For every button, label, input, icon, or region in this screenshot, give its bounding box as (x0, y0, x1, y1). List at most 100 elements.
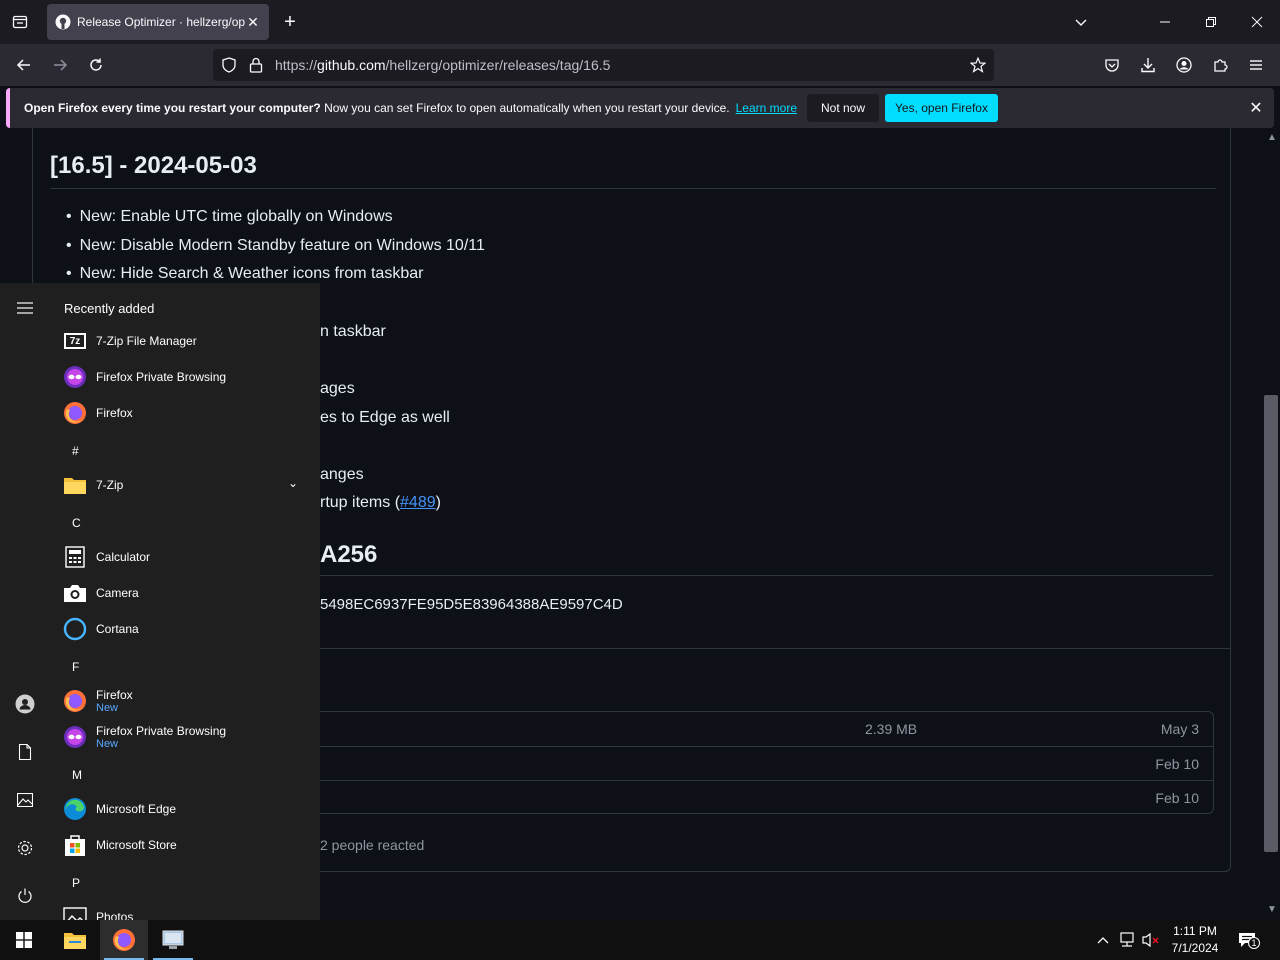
notification-close-icon[interactable]: ✕ (1246, 98, 1266, 118)
firefox-private-icon (62, 724, 88, 750)
app-name: Microsoft Store (96, 838, 177, 852)
network-icon[interactable] (1117, 930, 1137, 950)
asset-row[interactable]: Feb 10 (301, 780, 1213, 814)
group-letter-f[interactable]: F (72, 660, 79, 674)
action-center-button[interactable]: 1 (1237, 930, 1260, 950)
pocket-button[interactable] (1097, 50, 1127, 80)
forward-arrow-icon (54, 59, 68, 71)
url-bar[interactable]: https://github.com/hellzerg/optimizer/re… (213, 49, 994, 81)
scroll-down-arrow-icon[interactable]: ▼ (1264, 904, 1280, 918)
url-text[interactable]: https://github.com/hellzerg/optimizer/re… (275, 57, 610, 73)
url-host: github.com (317, 57, 386, 73)
close-window-button[interactable] (1234, 0, 1280, 44)
scroll-up-arrow-icon[interactable]: ▲ (1264, 132, 1280, 146)
not-now-button[interactable]: Not now (807, 94, 879, 122)
windows-logo-icon (16, 932, 32, 948)
app-item-camera[interactable]: Camera (62, 576, 308, 610)
app-item-cortana[interactable]: Cortana (62, 612, 308, 646)
yes-open-firefox-button[interactable]: Yes, open Firefox (885, 94, 998, 122)
back-button[interactable] (9, 50, 39, 80)
list-item-fragment: anges (320, 466, 364, 483)
app-item-calculator[interactable]: Calculator (62, 540, 308, 574)
cortana-icon (62, 616, 88, 642)
app-name: Microsoft Edge (96, 802, 177, 816)
learn-more-link[interactable]: Learn more (736, 101, 797, 115)
divider (50, 188, 1216, 189)
app-item-photos[interactable]: Photos (62, 900, 308, 920)
pocket-icon (1105, 59, 1119, 72)
forward-button[interactable] (45, 50, 75, 80)
app-item-7zip-file-manager[interactable]: 7z 7-Zip File Manager (62, 324, 308, 358)
tab-close-icon[interactable]: ✕ (245, 14, 261, 30)
taskbar-file-explorer[interactable] (51, 920, 99, 960)
back-arrow-icon (16, 59, 30, 71)
group-letter-p[interactable]: P (72, 876, 80, 890)
recently-added-heading: Recently added (64, 301, 155, 316)
app-menu-button[interactable] (1241, 50, 1271, 80)
documents-button[interactable] (0, 732, 50, 772)
new-badge: New (96, 738, 119, 750)
reactions-count: 2 people reacted (320, 837, 425, 853)
downloads-button[interactable] (1133, 50, 1163, 80)
asset-date: Feb 10 (1155, 790, 1199, 806)
asset-size: 2.39 MB (865, 721, 918, 737)
account-button[interactable] (1169, 50, 1199, 80)
list-item: New: Disable Modern Standby feature on W… (66, 235, 485, 264)
user-account-button[interactable] (0, 684, 50, 724)
app-item-firefox[interactable]: Firefox (62, 396, 308, 430)
notification-heading: Open Firefox every time you restart your… (24, 101, 321, 115)
user-avatar-icon (15, 694, 35, 714)
expand-menu-button[interactable] (0, 288, 50, 328)
volume-muted-icon[interactable] (1141, 930, 1161, 950)
notification-body: Now you can set Firefox to open automati… (320, 101, 730, 115)
taskbar-firefox[interactable] (100, 920, 148, 960)
browser-tab[interactable]: Release Optimizer · hellzerg/optimizer ✕ (47, 4, 269, 40)
app-item-firefox-private-new[interactable]: Firefox Private Browsing New (62, 720, 308, 754)
camera-icon (62, 580, 88, 606)
settings-button[interactable] (0, 828, 50, 868)
restore-button[interactable] (1188, 0, 1234, 44)
tracking-protection-shield-icon[interactable] (221, 57, 237, 73)
desktop-app-icon (162, 930, 184, 949)
lock-icon[interactable] (249, 57, 263, 73)
navigation-toolbar: https://github.com/hellzerg/optimizer/re… (0, 44, 1280, 86)
page-scrollbar-thumb[interactable] (1264, 395, 1278, 852)
clock[interactable]: 1:11 PM 7/1/2024 (1165, 923, 1225, 957)
reload-button[interactable] (81, 50, 111, 80)
asset-row[interactable]: 2.39 MB May 3 (301, 712, 1213, 746)
pictures-button[interactable] (0, 780, 50, 820)
close-icon (1251, 16, 1263, 28)
group-letter-m[interactable]: M (72, 768, 82, 782)
show-hidden-icons-chevron-up-icon[interactable] (1093, 930, 1113, 950)
minimize-button[interactable] (1142, 0, 1188, 44)
list-all-tabs-button[interactable] (1058, 0, 1104, 44)
asset-date: Feb 10 (1155, 756, 1199, 772)
bookmark-star-icon[interactable] (970, 57, 986, 73)
account-icon (1176, 57, 1192, 73)
app-item-firefox-new[interactable]: Firefox New (62, 684, 308, 718)
chevron-down-icon[interactable]: ⌄ (288, 476, 298, 490)
start-button[interactable] (0, 920, 48, 960)
new-tab-button[interactable]: + (278, 10, 302, 34)
app-item-firefox-private[interactable]: Firefox Private Browsing (62, 360, 308, 394)
app-list: Recently added 7z 7-Zip File Manager Fir… (50, 283, 320, 920)
group-letter-hash[interactable]: # (72, 444, 79, 458)
firefox-private-icon (62, 364, 88, 390)
app-item-microsoft-edge[interactable]: Microsoft Edge (62, 792, 308, 826)
group-letter-c[interactable]: C (72, 516, 81, 530)
app-name: Firefox (96, 406, 133, 420)
power-icon (18, 888, 32, 903)
chevron-down-icon (1075, 19, 1087, 26)
issue-link[interactable]: #489 (400, 494, 436, 511)
start-menu: Recently added 7z 7-Zip File Manager Fir… (0, 283, 320, 920)
startup-text-end: ) (435, 494, 441, 511)
app-item-microsoft-store[interactable]: Microsoft Store (62, 828, 308, 862)
taskbar-app[interactable] (149, 920, 197, 960)
power-button[interactable] (0, 876, 50, 916)
app-item-7zip-folder[interactable]: 7-Zip (62, 468, 308, 502)
new-badge: New (96, 702, 119, 714)
start-rail (0, 283, 50, 920)
asset-row[interactable]: Feb 10 (301, 746, 1213, 780)
firefox-view-button[interactable] (0, 0, 40, 44)
extensions-button[interactable] (1205, 50, 1235, 80)
